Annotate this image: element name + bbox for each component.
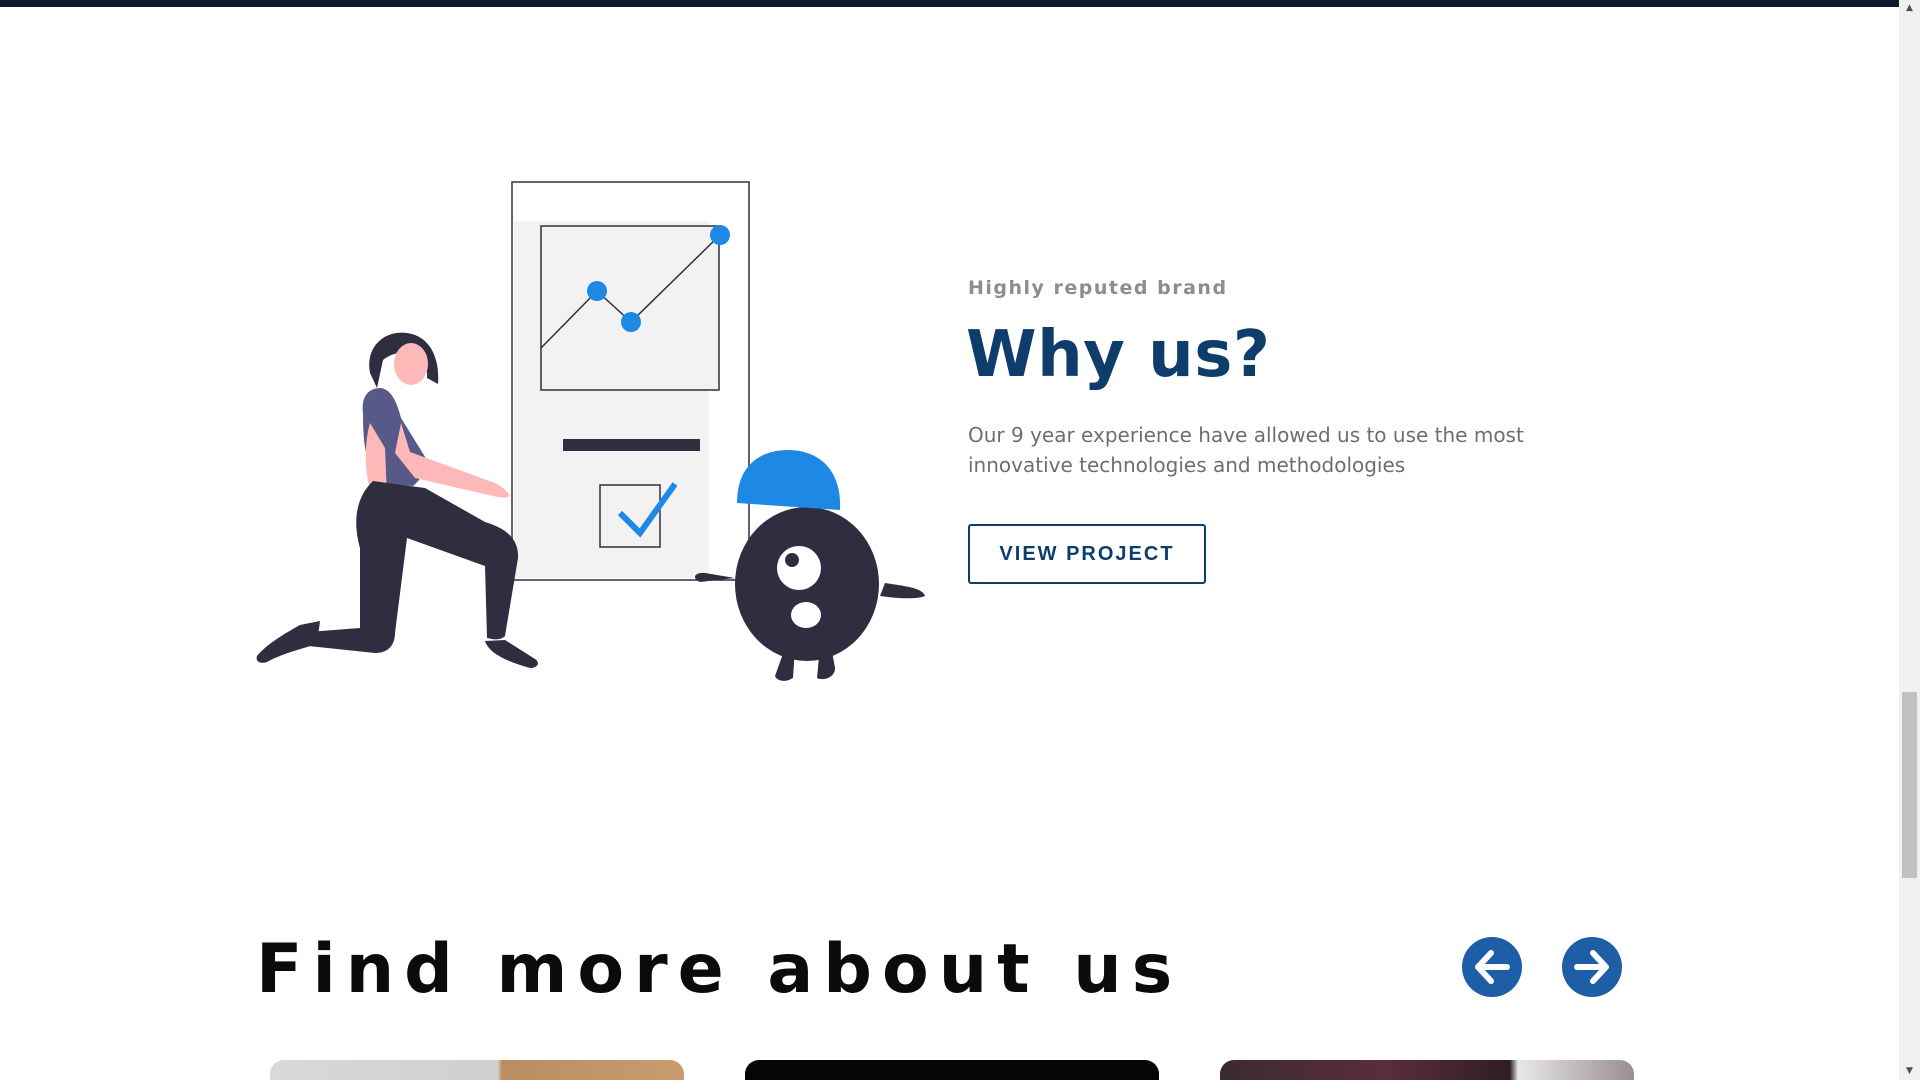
- section-description: Our 9 year experience have allowed us to…: [968, 423, 1524, 477]
- view-project-button[interactable]: VIEW PROJECT: [968, 524, 1206, 584]
- scrollbar-thumb[interactable]: [1902, 692, 1917, 878]
- analytics-illustration: [256, 181, 925, 681]
- arrow-right-icon: [1574, 950, 1609, 984]
- about-card-image[interactable]: [270, 1060, 684, 1080]
- about-card-image[interactable]: [745, 1060, 1159, 1080]
- eyebrow-text: Highly reputed brand: [968, 277, 1228, 299]
- page-scrollbar[interactable]: ▲ ▼: [1899, 0, 1920, 1080]
- find-more-title: Find more about us: [256, 930, 1183, 1009]
- section-title: Why us?: [966, 318, 1271, 392]
- arrow-left-icon: [1475, 950, 1510, 984]
- carousel-next-button[interactable]: [1562, 937, 1622, 997]
- top-nav-bar-edge: [0, 0, 1899, 7]
- carousel-prev-button[interactable]: [1462, 937, 1522, 997]
- about-card-image[interactable]: [1220, 1060, 1634, 1080]
- scroll-up-arrow-icon[interactable]: ▲: [1899, 0, 1920, 17]
- scroll-down-arrow-icon[interactable]: ▼: [1899, 1063, 1920, 1080]
